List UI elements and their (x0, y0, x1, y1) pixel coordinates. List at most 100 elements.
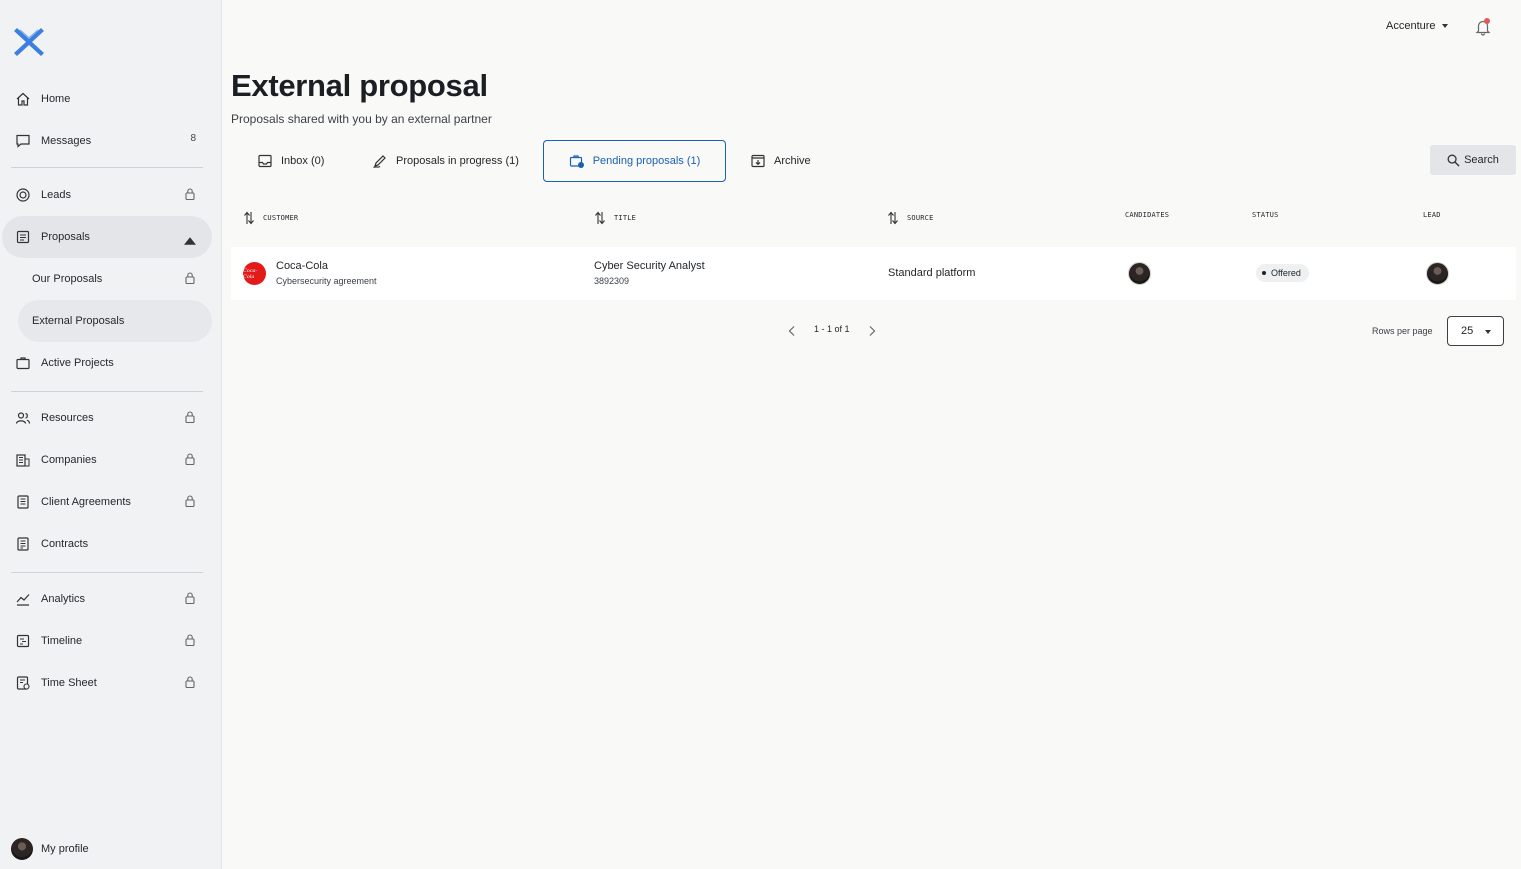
briefcase-icon (14, 354, 32, 372)
message-count: 8 (190, 133, 196, 144)
sidebar-item-label: Companies (41, 454, 97, 466)
sidebar-item-label: Timeline (41, 635, 83, 647)
column-header-candidates: Candidates (1125, 211, 1169, 219)
status-badge: Offered (1256, 264, 1309, 282)
notification-dot (1484, 18, 1490, 24)
column-header-status: Status (1252, 211, 1279, 219)
page-subtitle: Proposals shared with you by an external… (231, 112, 492, 126)
lock-icon (184, 675, 196, 692)
lock-icon (184, 410, 196, 427)
chevron-right-icon[interactable] (868, 325, 876, 337)
timesheet-icon (14, 674, 32, 692)
sidebar-item-leads[interactable]: Leads (2, 174, 212, 216)
message-icon (14, 132, 32, 150)
customer-name: Coca-Cola (276, 260, 328, 272)
sidebar-item-label: Home (41, 93, 71, 105)
contract-icon (14, 535, 32, 553)
users-icon (14, 409, 32, 427)
sidebar-item-client-agreements[interactable]: Client Agreements (2, 481, 212, 523)
sort-icon (244, 211, 254, 225)
analytics-icon (14, 590, 32, 608)
sidebar-item-active-projects[interactable]: Active Projects (2, 342, 212, 384)
building-icon (14, 451, 32, 469)
sidebar-item-time-sheet[interactable]: Time Sheet (2, 662, 212, 704)
rows-per-page-label: Rows per page (1372, 326, 1433, 336)
column-header-customer[interactable]: Customer (243, 211, 298, 225)
inbox-icon (258, 154, 272, 168)
sidebar-item-contracts[interactable]: Contracts (2, 523, 212, 565)
archive-icon (751, 154, 765, 168)
tab-label: Archive (774, 155, 811, 167)
lock-icon (184, 494, 196, 511)
chevron-left-icon[interactable] (788, 325, 796, 337)
candidate-avatar[interactable] (1128, 262, 1151, 285)
rows-per-page-select[interactable]: 25 (1447, 316, 1504, 346)
column-header-label: Candidates (1125, 211, 1170, 219)
pen-icon (373, 155, 386, 169)
sidebar-item-label: Analytics (41, 593, 86, 605)
chevron-up-icon (184, 234, 196, 251)
sidebar-item-label: Active Projects (41, 357, 114, 369)
sidebar-item-label: Messages (41, 135, 92, 147)
sidebar: Home Messages 8 Leads Proposals Our Prop… (0, 0, 222, 869)
customer-logo: Coca-Cola (243, 262, 266, 285)
timeline-icon (14, 632, 32, 650)
column-header-source[interactable]: Source (887, 211, 934, 225)
chevron-down-icon (1485, 330, 1491, 334)
sidebar-item-proposals[interactable]: Proposals (2, 216, 212, 258)
sidebar-item-messages[interactable]: Messages 8 (2, 120, 212, 162)
chevron-down-icon (1441, 24, 1448, 28)
company-switcher[interactable]: Accenture (1386, 20, 1448, 32)
sidebar-divider (11, 572, 203, 573)
tab-archive[interactable]: Archive (736, 140, 825, 182)
briefcase-clock-icon (569, 155, 584, 168)
column-header-label: Title (614, 214, 637, 222)
document-icon (14, 228, 32, 246)
sidebar-item-analytics[interactable]: Analytics (2, 578, 212, 620)
sidebar-item-companies[interactable]: Companies (2, 439, 212, 481)
sidebar-item-label: Resources (41, 412, 94, 424)
lock-icon (184, 591, 196, 608)
sidebar-item-label: Proposals (41, 231, 90, 243)
app-logo[interactable] (12, 25, 46, 59)
sidebar-item-home[interactable]: Home (2, 78, 212, 120)
sidebar-item-label: Our Proposals (32, 273, 103, 285)
target-icon (14, 186, 32, 204)
sidebar-item-label: Leads (41, 189, 71, 201)
sidebar-item-label: Client Agreements (41, 496, 131, 508)
sort-icon (888, 211, 898, 225)
sidebar-item-resources[interactable]: Resources (2, 397, 212, 439)
home-icon (14, 90, 32, 108)
pagination-range: 1 - 1 of 1 (814, 324, 850, 334)
sidebar-item-label: External Proposals (32, 315, 125, 327)
tab-inbox[interactable]: Inbox (0) (243, 140, 338, 182)
sidebar-item-our-proposals[interactable]: Our Proposals (18, 258, 212, 300)
lead-avatar[interactable] (1426, 262, 1449, 285)
sidebar-item-timeline[interactable]: Timeline (2, 620, 212, 662)
search-button[interactable]: Search (1430, 145, 1516, 175)
proposal-title: Cyber Security Analyst (594, 260, 705, 272)
search-icon (1447, 154, 1460, 167)
tab-label: Proposals in progress (1) (396, 155, 519, 167)
sidebar-divider (11, 391, 203, 392)
table-row[interactable]: Coca-Cola Coca-Cola Cybersecurity agreem… (231, 247, 1516, 300)
proposal-source: Standard platform (888, 267, 976, 279)
status-dot (1262, 271, 1266, 275)
column-header-title[interactable]: Title (594, 211, 636, 225)
page-title: External proposal (231, 68, 488, 103)
proposal-id: 3892309 (594, 276, 630, 286)
status-label: Offered (1271, 268, 1301, 278)
lock-icon (184, 452, 196, 469)
sidebar-item-external-proposals[interactable]: External Proposals (18, 300, 212, 342)
column-header-lead: Lead (1423, 211, 1441, 219)
tab-pending-proposals[interactable]: Pending proposals (1) (543, 140, 726, 182)
search-label: Search (1464, 154, 1499, 166)
company-name: Accenture (1386, 20, 1436, 32)
my-profile-link[interactable]: My profile (11, 838, 89, 860)
tab-label: Inbox (0) (281, 155, 325, 167)
tab-proposals-in-progress[interactable]: Proposals in progress (1) (358, 140, 533, 182)
tab-label: Pending proposals (1) (592, 155, 701, 167)
rows-per-page-value: 25 (1461, 325, 1474, 337)
lock-icon (184, 633, 196, 650)
customer-agreement: Cybersecurity agreement (276, 276, 377, 286)
